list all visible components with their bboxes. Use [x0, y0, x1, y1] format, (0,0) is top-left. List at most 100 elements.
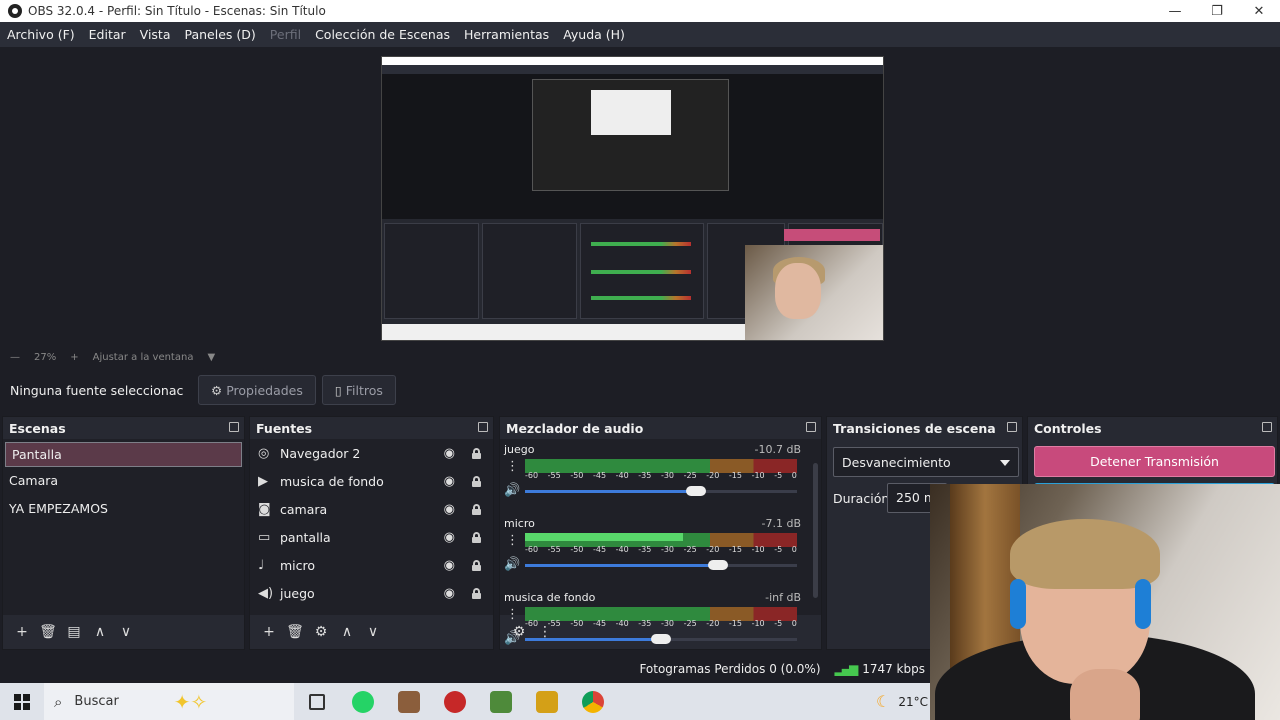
- globe-icon: ◎: [258, 445, 270, 461]
- menu-herramientas[interactable]: Herramientas: [464, 27, 549, 42]
- whatsapp-icon[interactable]: [340, 683, 386, 720]
- scenes-dock: Escenas Pantalla Camara YA EMPEZAMOS + 🗑…: [2, 416, 245, 650]
- volume-slider[interactable]: [525, 486, 797, 496]
- undock-icon[interactable]: [1262, 422, 1272, 432]
- eye-icon[interactable]: ◉: [444, 474, 455, 489]
- source-item-micro[interactable]: ♩ micro ◉: [250, 551, 493, 579]
- webcam-headphones: [1010, 579, 1026, 629]
- menu-editar[interactable]: Editar: [89, 27, 126, 42]
- add-source-icon[interactable]: +: [256, 624, 282, 640]
- source-item-camara[interactable]: ◙ camara ◉: [250, 495, 493, 523]
- tick-label: -20: [706, 545, 720, 554]
- undock-icon[interactable]: [478, 422, 488, 432]
- tick-label: -50: [570, 471, 584, 480]
- zoom-out-button[interactable]: —: [10, 352, 20, 363]
- preview-webcam-source: [745, 245, 883, 340]
- scenes-title: Escenas: [3, 417, 244, 439]
- menu-archivo[interactable]: Archivo (F): [7, 27, 75, 42]
- tick-label: 0: [791, 471, 797, 480]
- menu-coleccion-escenas[interactable]: Colección de Escenas: [315, 27, 450, 42]
- preview-nested-mixer-dock: [580, 223, 704, 319]
- program-preview[interactable]: [381, 56, 884, 341]
- mixer-menu-icon[interactable]: ⋮: [532, 624, 558, 640]
- tick-label: -30: [660, 471, 675, 480]
- scene-item-pantalla[interactable]: Pantalla: [5, 442, 242, 467]
- stop-stream-button[interactable]: Detener Transmisión: [1034, 446, 1275, 477]
- weather-widget[interactable]: ☾ 21°C: [876, 683, 928, 720]
- signal-icon: ▂▄▆: [834, 662, 859, 676]
- eye-icon[interactable]: ◉: [444, 558, 455, 573]
- source-item-navegador[interactable]: ◎ Navegador 2 ◉: [250, 439, 493, 467]
- menu-vista[interactable]: Vista: [140, 27, 171, 42]
- channel-menu-icon[interactable]: ⋮: [506, 533, 519, 548]
- task-view-icon[interactable]: [294, 683, 340, 720]
- add-scene-icon[interactable]: +: [9, 624, 35, 640]
- undock-icon[interactable]: [229, 422, 239, 432]
- remove-scene-icon[interactable]: 🗑: [35, 624, 61, 640]
- scenes-list: Pantalla Camara YA EMPEZAMOS: [3, 439, 244, 615]
- moon-icon: ☾: [876, 692, 891, 711]
- volume-slider[interactable]: [525, 560, 797, 570]
- undock-icon[interactable]: [1007, 422, 1017, 432]
- taskbar-search[interactable]: ⌕ Buscar ✦✧: [44, 683, 294, 720]
- frames-dropped: Fotogramas Perdidos 0 (0.0%): [639, 662, 821, 676]
- source-item-musica[interactable]: ▶ musica de fondo ◉: [250, 467, 493, 495]
- source-item-juego[interactable]: ◀) juego ◉: [250, 579, 493, 607]
- tick-label: -60: [525, 471, 539, 480]
- meter-ticks: -60 -55 -50 -45 -40 -35 -30 -25 -20 -15 -10 -5 0: [525, 471, 797, 481]
- zoom-in-button[interactable]: +: [70, 352, 78, 363]
- move-up-icon[interactable]: ∧: [87, 624, 113, 640]
- lock-icon[interactable]: [472, 587, 481, 599]
- zoom-value: 27%: [34, 351, 57, 363]
- preview-nested-meter: [591, 296, 691, 300]
- minimize-button[interactable]: —: [1154, 0, 1196, 22]
- undock-icon[interactable]: [806, 422, 816, 432]
- transitions-title: Transiciones de escena: [827, 417, 1022, 439]
- chrome-icon[interactable]: [570, 683, 616, 720]
- chevron-down-icon: [1000, 460, 1010, 466]
- mixer-settings-icon[interactable]: ⚙: [506, 624, 532, 640]
- transition-select[interactable]: Desvanecimiento: [833, 447, 1019, 477]
- speaker-icon[interactable]: 🔊: [504, 557, 520, 572]
- eye-icon[interactable]: ◉: [444, 586, 455, 601]
- mixer-toolbar: ⚙ ⋮: [500, 615, 821, 649]
- menu-paneles[interactable]: Paneles (D): [185, 27, 256, 42]
- scene-filters-icon[interactable]: ▤: [61, 624, 87, 640]
- maximize-button[interactable]: ❐: [1196, 0, 1238, 22]
- game-app-icon[interactable]: [386, 683, 432, 720]
- scene-item-camara[interactable]: Camara: [3, 467, 244, 495]
- source-item-pantalla[interactable]: ▭ pantalla ◉: [250, 523, 493, 551]
- lock-icon[interactable]: [472, 447, 481, 459]
- zoom-dropdown-icon[interactable]: ▼: [207, 352, 215, 363]
- lock-icon[interactable]: [472, 531, 481, 543]
- obs-logo-icon: [8, 4, 22, 18]
- channel-menu-icon[interactable]: ⋮: [506, 459, 519, 474]
- slider-handle[interactable]: [686, 486, 707, 496]
- webcam-headphones: [1135, 579, 1151, 629]
- eye-icon[interactable]: ◉: [444, 446, 455, 461]
- source-name: Navegador 2: [280, 445, 361, 461]
- fit-window-label[interactable]: Ajustar a la ventana: [93, 352, 194, 363]
- eye-icon[interactable]: ◉: [444, 530, 455, 545]
- lock-icon[interactable]: [472, 559, 481, 571]
- move-down-icon[interactable]: ∨: [113, 624, 139, 640]
- remove-source-icon[interactable]: 🗑: [282, 624, 308, 640]
- move-up-icon[interactable]: ∧: [334, 624, 360, 640]
- game-launcher-icon[interactable]: [524, 683, 570, 720]
- lock-icon[interactable]: [472, 503, 481, 515]
- slider-handle[interactable]: [708, 560, 729, 570]
- eye-icon[interactable]: ◉: [444, 502, 455, 517]
- obs-taskbar-icon[interactable]: [432, 683, 478, 720]
- scene-item-ya-empezamos[interactable]: YA EMPEZAMOS: [3, 495, 244, 523]
- menu-ayuda[interactable]: Ayuda (H): [563, 27, 625, 42]
- filters-button[interactable]: ▯ Filtros: [321, 375, 396, 405]
- lock-icon[interactable]: [472, 475, 481, 487]
- properties-button[interactable]: ⚙ Propiedades: [198, 375, 316, 405]
- move-down-icon[interactable]: ∨: [360, 624, 386, 640]
- source-properties-icon[interactable]: ⚙: [308, 624, 334, 640]
- close-button[interactable]: ✕: [1238, 0, 1280, 22]
- preview-nested-sources-dock: [482, 223, 577, 319]
- start-button[interactable]: [0, 693, 44, 710]
- speaker-icon[interactable]: 🔊: [504, 483, 520, 498]
- minecraft-icon[interactable]: [478, 683, 524, 720]
